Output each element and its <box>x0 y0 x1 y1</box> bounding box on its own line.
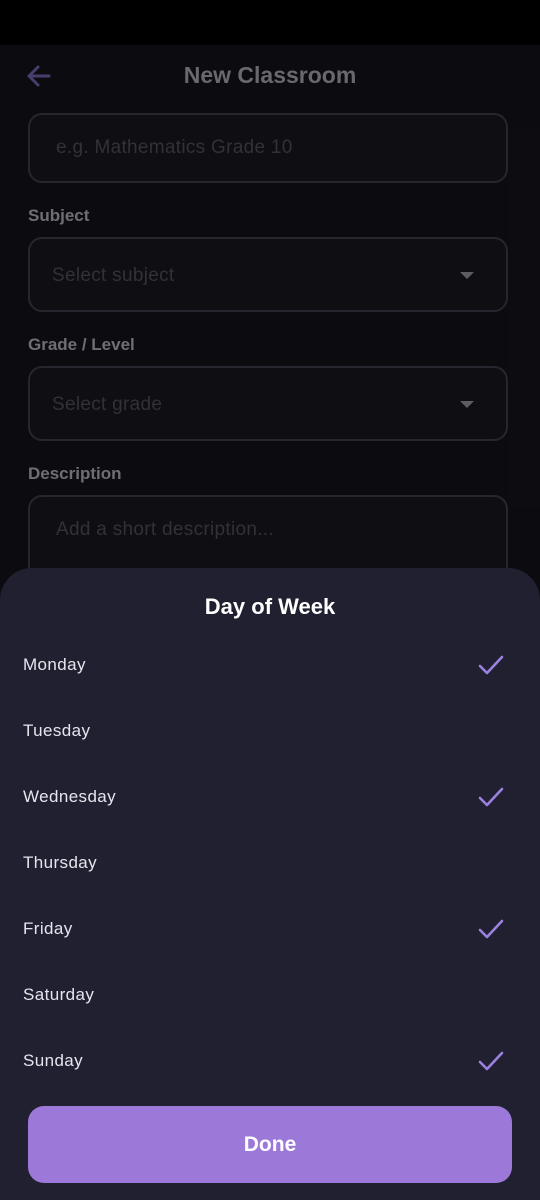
day-label: Thursday <box>23 853 98 872</box>
day-label: Monday <box>23 655 86 674</box>
day-label: Tuesday <box>23 721 91 740</box>
check-icon <box>478 1051 504 1071</box>
check-icon <box>478 787 504 807</box>
done-button[interactable]: Done <box>28 1106 512 1183</box>
check-icon <box>478 655 504 675</box>
day-label: Saturday <box>23 985 95 1004</box>
day-option-thursday[interactable]: Thursday <box>0 831 540 897</box>
day-label: Sunday <box>23 1051 84 1070</box>
sheet-title: Day of Week <box>204 594 336 619</box>
day-label: Friday <box>23 919 73 938</box>
day-option-saturday[interactable]: Saturday <box>0 963 540 1029</box>
day-option-sunday[interactable]: Sunday <box>0 1029 540 1095</box>
day-option-monday[interactable]: Monday <box>0 633 540 699</box>
check-icon <box>478 919 504 939</box>
day-list: Monday Tuesday Wednesday Thursday Friday Satu… <box>0 633 540 1095</box>
day-label: Wednesday <box>23 787 117 806</box>
day-option-tuesday[interactable]: Tuesday <box>0 699 540 765</box>
day-option-wednesday[interactable]: Wednesday <box>0 765 540 831</box>
day-option-friday[interactable]: Friday <box>0 897 540 963</box>
status-bar <box>0 0 540 45</box>
